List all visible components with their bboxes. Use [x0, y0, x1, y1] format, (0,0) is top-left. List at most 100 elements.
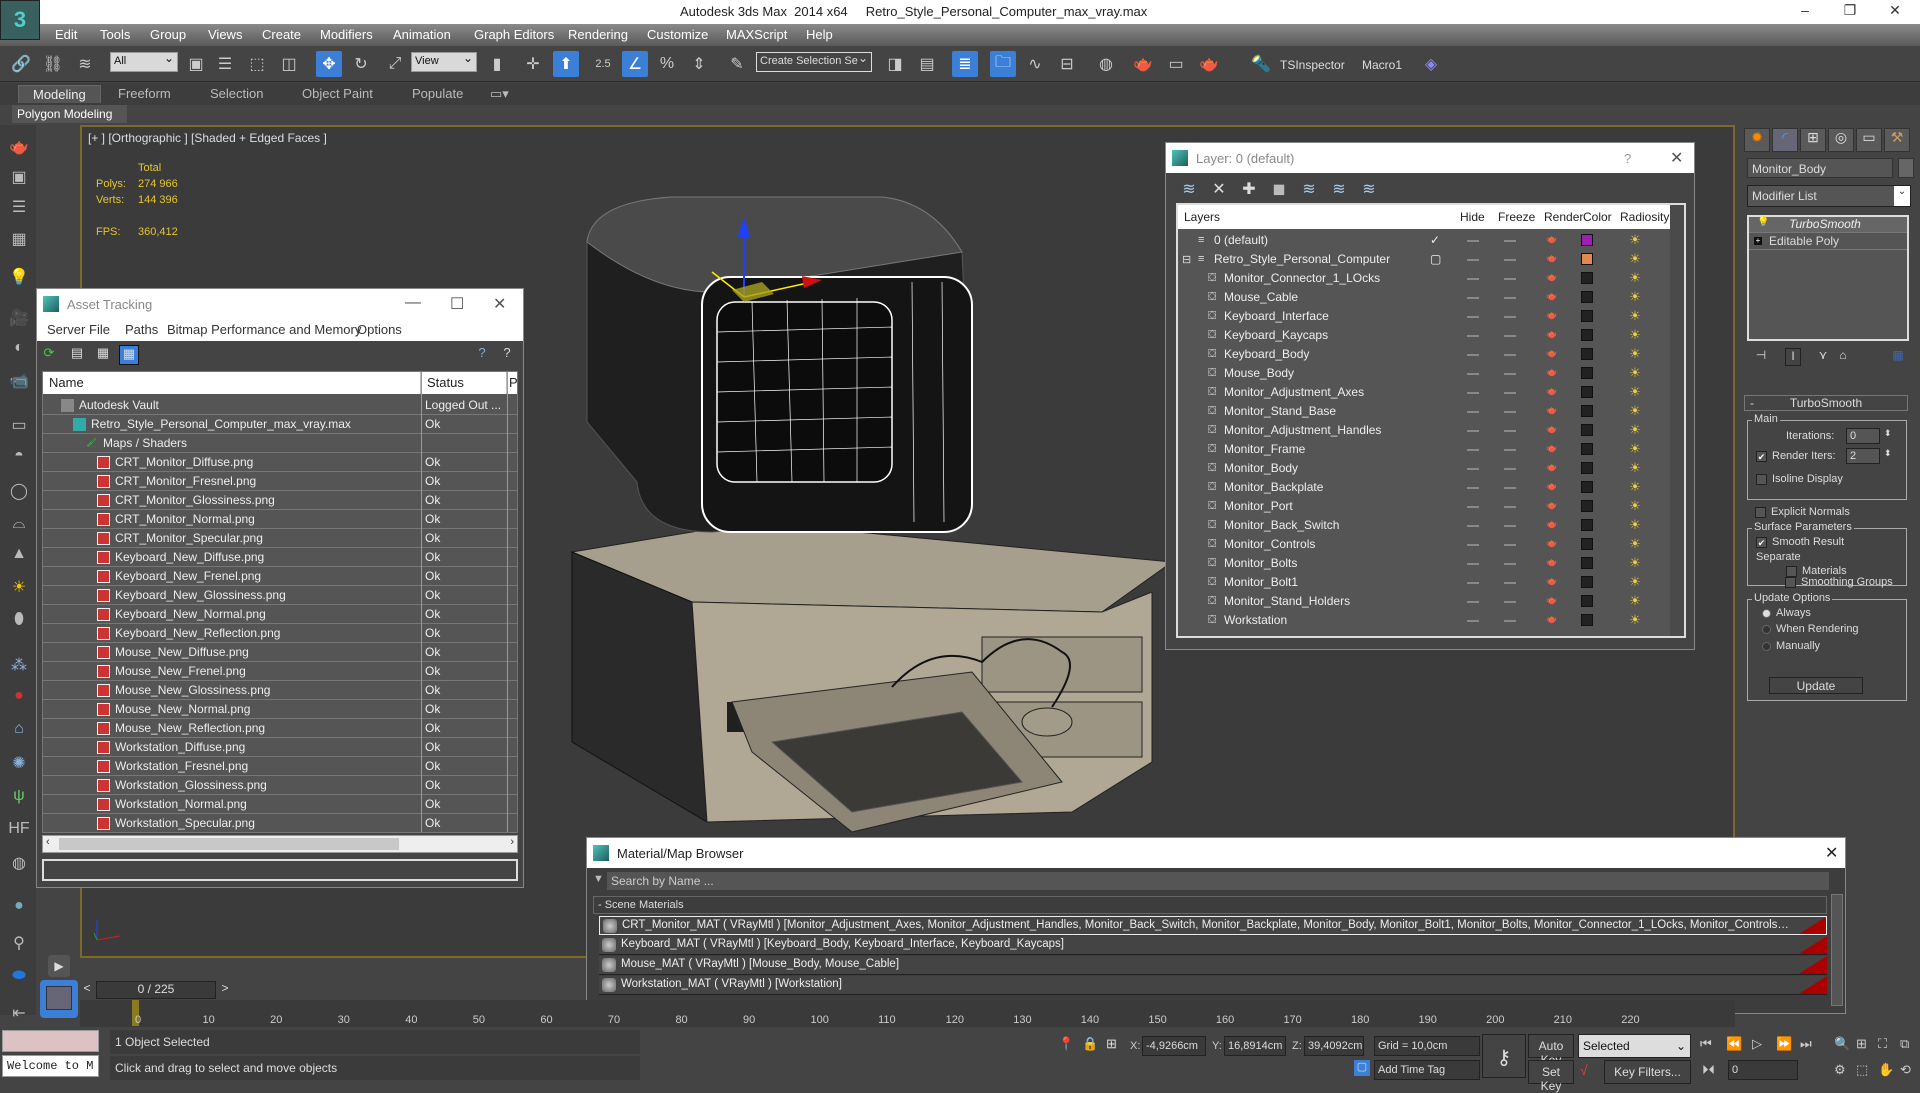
material-picker-icon[interactable]: ⚲: [6, 933, 32, 957]
pan-icon[interactable]: ✋: [1878, 1062, 1894, 1078]
render-teapot-icon[interactable]: 🫖: [1546, 367, 1560, 379]
object-row[interactable]: ⛋ Monitor_Backplate 🫖 ☀: [1178, 478, 1670, 497]
layer-color-swatch[interactable]: [1581, 386, 1593, 398]
teapot-icon[interactable]: 🫖: [6, 137, 32, 161]
radiosity-icon[interactable]: ☀: [1627, 498, 1643, 514]
freeze-toggle[interactable]: [1504, 620, 1516, 622]
time-tag-icon[interactable]: ▢: [1354, 1060, 1370, 1076]
region-zoom-icon[interactable]: ⬚: [1856, 1062, 1868, 1078]
object-row[interactable]: ⛋ Monitor_Port 🫖 ☀: [1178, 497, 1670, 516]
render-teapot-icon[interactable]: 🫖: [1546, 576, 1560, 588]
column-freeze[interactable]: Freeze: [1498, 210, 1535, 224]
key-filters-button[interactable]: Key Filters...: [1604, 1060, 1691, 1084]
object-row[interactable]: ⛋ Monitor_Bolts 🫖 ☀: [1178, 554, 1670, 573]
render-teapot-icon[interactable]: 🫖: [1546, 272, 1560, 284]
menu-bitmap-performance[interactable]: Bitmap Performance and Memory: [167, 322, 361, 337]
scroll-right-icon[interactable]: ›: [510, 836, 514, 848]
z-coordinate-field[interactable]: 39,4092cm: [1304, 1036, 1364, 1056]
snaps-toggle-icon[interactable]: 2.5: [590, 51, 616, 77]
hide-toggle[interactable]: [1467, 525, 1479, 527]
application-menu-button[interactable]: 3: [0, 0, 40, 40]
freeze-toggle[interactable]: [1504, 487, 1516, 489]
current-frame-field[interactable]: 0: [1728, 1060, 1798, 1080]
column-divider[interactable]: [421, 372, 422, 832]
freeze-toggle[interactable]: [1504, 544, 1516, 546]
hide-toggle[interactable]: [1467, 563, 1479, 565]
render-teapot-icon[interactable]: 🫖: [1546, 424, 1560, 436]
freeze-toggle[interactable]: [1504, 468, 1516, 470]
play-icon[interactable]: ▷: [1752, 1036, 1762, 1052]
close-icon[interactable]: ✕: [1670, 148, 1683, 168]
render-setup-icon[interactable]: 🫖: [1130, 51, 1156, 77]
radiosity-icon[interactable]: ☀: [1627, 270, 1643, 286]
minimize-button[interactable]: –: [1790, 2, 1820, 22]
object-name-field[interactable]: Monitor_Body: [1747, 158, 1893, 178]
layer-color-swatch[interactable]: [1581, 462, 1593, 474]
percent-snap-icon[interactable]: %: [654, 51, 680, 77]
modifier-list-dropdown[interactable]: Modifier List ⌄: [1747, 185, 1911, 207]
close-icon[interactable]: ✕: [493, 294, 506, 314]
align-icon[interactable]: ▤: [914, 51, 940, 77]
column-divider[interactable]: [507, 372, 508, 832]
layer-color-swatch[interactable]: [1581, 443, 1593, 455]
pin-stack-icon[interactable]: ⊣: [1753, 348, 1769, 366]
bulb-icon[interactable]: 💡: [1757, 217, 1769, 228]
hide-toggle[interactable]: [1467, 506, 1479, 508]
expand-icon[interactable]: +: [1754, 237, 1762, 245]
configure-sets-icon[interactable]: ▦: [1890, 348, 1906, 366]
table-row[interactable]: 🖌 Maps / Shaders: [43, 434, 517, 453]
freeze-toggle[interactable]: [1504, 335, 1516, 337]
hide-toggle[interactable]: [1467, 316, 1479, 318]
material-browser-titlebar[interactable]: Material/Map Browser ✕: [587, 838, 1845, 868]
radiosity-icon[interactable]: ☀: [1627, 289, 1643, 305]
select-and-scale-icon[interactable]: ⤢: [382, 51, 408, 77]
hide-toggle[interactable]: [1467, 449, 1479, 451]
freeze-toggle[interactable]: [1504, 449, 1516, 451]
freeze-toggle[interactable]: [1504, 297, 1516, 299]
help-icon[interactable]: ?: [472, 345, 492, 365]
goto-end-icon[interactable]: ⏭: [1800, 1036, 1812, 1052]
menu-views[interactable]: Views: [208, 27, 242, 42]
menu-group[interactable]: Group: [150, 27, 186, 42]
make-unique-icon[interactable]: ⋎: [1815, 348, 1831, 366]
radiosity-icon[interactable]: ☀: [1627, 308, 1643, 324]
select-object-icon[interactable]: ▣: [183, 51, 209, 77]
radiosity-icon[interactable]: ☀: [1627, 536, 1643, 552]
material-row[interactable]: CRT_Monitor_MAT ( VRayMtl ) [Monitor_Adj…: [599, 916, 1827, 935]
menu-file[interactable]: File: [89, 322, 110, 337]
object-row[interactable]: ⛋ Monitor_Stand_Base 🫖 ☀: [1178, 402, 1670, 421]
smoothing-groups-checkbox[interactable]: [1785, 577, 1796, 588]
table-row[interactable]: Keyboard_New_Reflection.png Ok: [43, 624, 517, 643]
update-button[interactable]: Update: [1769, 677, 1863, 694]
angle-snap-icon[interactable]: ∠: [622, 51, 648, 77]
render-teapot-icon[interactable]: 🫖: [1546, 386, 1560, 398]
add-to-layer-icon[interactable]: ✚: [1238, 179, 1260, 199]
hide-toggle[interactable]: [1467, 354, 1479, 356]
curve-editor-icon[interactable]: ∿: [1022, 51, 1048, 77]
render-teapot-icon[interactable]: 🫖: [1546, 253, 1560, 265]
materials-checkbox[interactable]: [1786, 566, 1797, 577]
freeze-toggle[interactable]: [1504, 563, 1516, 565]
ies-light-icon[interactable]: ⬮: [6, 611, 32, 635]
radiosity-icon[interactable]: ☀: [1627, 384, 1643, 400]
radiosity-icon[interactable]: ☀: [1627, 441, 1643, 457]
explicit-normals-checkbox[interactable]: [1755, 507, 1766, 518]
object-row[interactable]: ⛋ Mouse_Body 🫖 ☀: [1178, 364, 1670, 383]
lock-selection-icon[interactable]: 🔒: [1082, 1036, 1098, 1052]
render-teapot-icon[interactable]: 🫖: [1546, 348, 1560, 360]
table-row[interactable]: Retro_Style_Personal_Computer_max_vray.m…: [43, 415, 517, 434]
layer-color-swatch[interactable]: [1581, 519, 1593, 531]
radiosity-icon[interactable]: ☀: [1627, 251, 1643, 267]
add-time-tag-button[interactable]: Add Time Tag: [1374, 1060, 1480, 1080]
tab-populate[interactable]: Populate: [412, 86, 463, 101]
object-row[interactable]: ⛋ Monitor_Back_Switch 🫖 ☀: [1178, 516, 1670, 535]
freeze-toggle[interactable]: [1504, 392, 1516, 394]
asset-tracking-titlebar[interactable]: Asset Tracking — ☐ ✕: [37, 289, 523, 319]
render-teapot-icon[interactable]: 🫖: [1546, 614, 1560, 626]
radiosity-icon[interactable]: ☀: [1627, 232, 1643, 248]
time-configuration-icon[interactable]: ⚙: [1834, 1062, 1846, 1078]
layer-color-swatch[interactable]: [1581, 405, 1593, 417]
layer-color-swatch[interactable]: [1581, 500, 1593, 512]
selection-filter-dropdown[interactable]: All: [110, 51, 178, 72]
select-and-link-icon[interactable]: 🔗: [8, 51, 34, 77]
